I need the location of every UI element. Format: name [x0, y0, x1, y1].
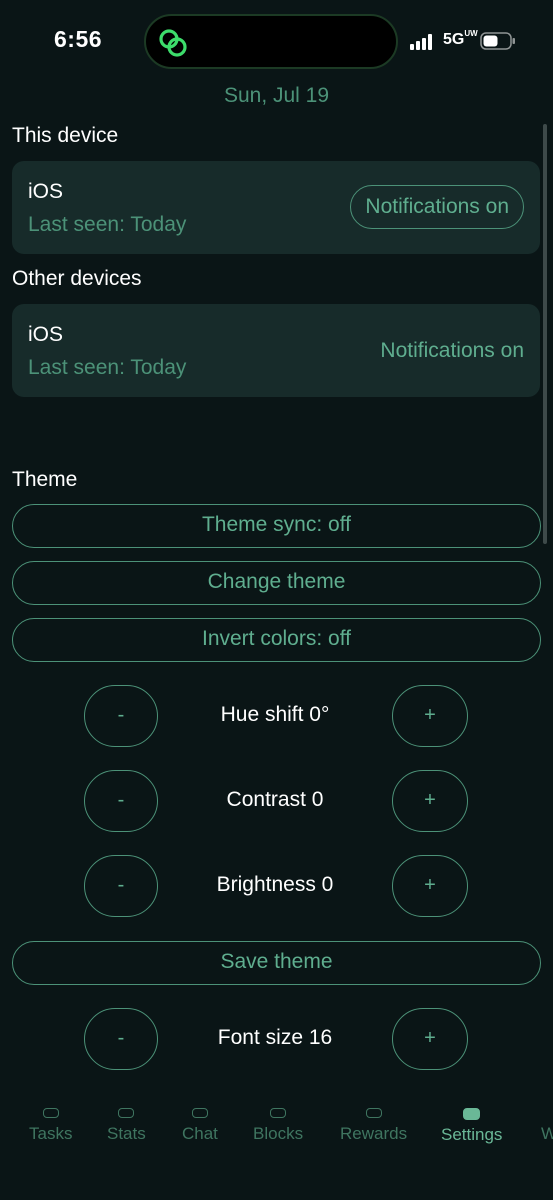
contrast-stepper: - Contrast 0 +: [0, 770, 553, 832]
notifications-toggle-button[interactable]: Notifications on: [350, 185, 524, 229]
tab-label: Stats: [107, 1124, 146, 1143]
battery-icon: [480, 32, 515, 50]
tab-label: W: [541, 1124, 553, 1143]
theme-heading: Theme: [12, 468, 78, 491]
network-suffix: UW: [464, 29, 478, 38]
device-last-seen: Last seen: Today: [28, 213, 187, 236]
tab-chat-icon: [191, 1108, 208, 1118]
hue-shift-stepper: - Hue shift 0° +: [0, 685, 553, 747]
brightness-value: Brightness 0: [216, 873, 334, 896]
other-device-card: iOS Last seen: Today Notifications on: [12, 304, 540, 397]
hue-decrease-button[interactable]: -: [84, 685, 158, 747]
tab-label: Tasks: [29, 1124, 73, 1143]
date-header: Sun, Jul 19: [223, 84, 330, 107]
tab-w[interactable]: W: [541, 1108, 553, 1144]
tab-tasks-icon: [42, 1108, 59, 1118]
brightness-decrease-button[interactable]: -: [84, 855, 158, 917]
tab-stats-icon: [118, 1108, 135, 1118]
status-bar: 6:56 5GUW: [0, 0, 553, 84]
scrollbar[interactable]: [543, 124, 547, 544]
cellular-signal-icon: [410, 34, 432, 50]
bottom-tab-bar: Tasks Stats Chat Blocks Rewards Settings…: [0, 1108, 553, 1200]
contrast-value: Contrast 0: [226, 788, 324, 811]
tab-label: Rewards: [340, 1124, 408, 1143]
tab-blocks[interactable]: Blocks: [253, 1108, 303, 1144]
other-devices-heading: Other devices: [12, 267, 142, 290]
link-rings-icon: [159, 29, 187, 57]
tab-rewards-icon: [365, 1108, 382, 1118]
save-theme-button[interactable]: Save theme: [12, 941, 541, 985]
contrast-decrease-button[interactable]: -: [84, 770, 158, 832]
tab-label: Blocks: [253, 1124, 304, 1143]
font-size-value: Font size 16: [217, 1026, 333, 1049]
network-indicator: 5GUW: [443, 29, 478, 49]
notifications-status: Notifications on: [380, 339, 524, 362]
hue-increase-button[interactable]: +: [392, 685, 468, 747]
tab-chat[interactable]: Chat: [182, 1108, 218, 1144]
device-last-seen: Last seen: Today: [28, 356, 187, 379]
tab-tasks[interactable]: Tasks: [29, 1108, 72, 1144]
tab-stats[interactable]: Stats: [107, 1108, 146, 1144]
this-device-card: iOS Last seen: Today Notifications on: [12, 161, 540, 254]
device-name: iOS: [28, 323, 64, 346]
theme-sync-button[interactable]: Theme sync: off: [12, 504, 541, 548]
status-time: 6:56: [54, 26, 103, 52]
change-theme-button[interactable]: Change theme: [12, 561, 541, 605]
font-size-stepper: - Font size 16 +: [0, 1008, 553, 1070]
brightness-stepper: - Brightness 0 +: [0, 855, 553, 917]
hue-shift-value: Hue shift 0°: [220, 703, 330, 726]
dynamic-island: [144, 14, 398, 69]
font-size-increase-button[interactable]: +: [392, 1008, 468, 1070]
tab-settings-icon: [463, 1108, 481, 1120]
tab-rewards[interactable]: Rewards: [340, 1108, 407, 1144]
tab-blocks-icon: [270, 1108, 287, 1118]
device-name: iOS: [28, 180, 64, 203]
this-device-heading: This device: [12, 124, 119, 147]
contrast-increase-button[interactable]: +: [392, 770, 468, 832]
tab-label: Chat: [182, 1124, 218, 1143]
invert-colors-button[interactable]: Invert colors: off: [12, 618, 541, 662]
font-size-decrease-button[interactable]: -: [84, 1008, 158, 1070]
tab-label: Settings: [441, 1125, 503, 1144]
brightness-increase-button[interactable]: +: [392, 855, 468, 917]
network-label: 5G: [443, 31, 465, 48]
tab-settings[interactable]: Settings: [441, 1108, 502, 1145]
